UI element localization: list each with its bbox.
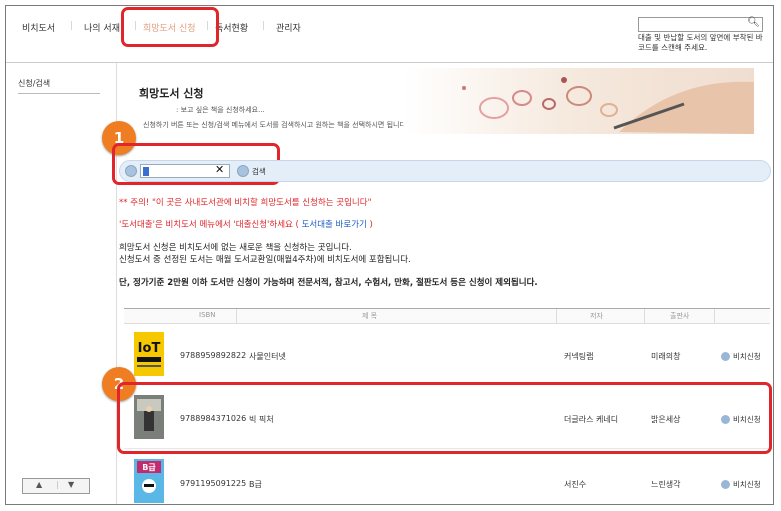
column-header-publisher: 출판사	[670, 312, 690, 320]
notice-restriction: 단, 정가기준 2만원 이하 도서만 신청이 가능하며 전문서적, 참고서, 수…	[119, 278, 538, 288]
isbn-cell: 9788959892822	[180, 351, 247, 360]
highlight-box-nav	[121, 7, 219, 47]
column-header-isbn: ISBN	[199, 311, 216, 319]
loan-shortcut-link[interactable]: 도서대출 바로가기	[299, 220, 370, 230]
request-icon	[721, 352, 730, 361]
title-cell[interactable]: 사물인터넷	[249, 351, 286, 362]
top-nav: 비치도서 | 나의 서재 | 희망도서 신청 | 독서현황 | 관리자 🔍︎ 대…	[6, 6, 773, 64]
notice-loan-guide: '도서대출'은 비치도서 메뉴에서 '대출신청'하세요 ( 도서대출 바로가기 …	[119, 218, 373, 230]
column-divider	[644, 309, 645, 323]
text-cursor	[143, 167, 149, 176]
barcode-search-input[interactable]: 🔍︎	[638, 17, 763, 32]
isbn-cell: 9791195091225	[180, 479, 247, 488]
search-button[interactable]: 검색	[252, 166, 266, 177]
page-title: 희망도서 신청	[139, 87, 204, 100]
table-row[interactable]: B급 9791195091225 B급 서진수 느린생각 비치신청	[124, 454, 770, 504]
nav-item-books[interactable]: 비치도서	[22, 21, 55, 34]
app-window: 비치도서 | 나의 서재 | 희망도서 신청 | 독서현황 | 관리자 🔍︎ 대…	[5, 5, 774, 505]
nav-divider	[6, 62, 773, 63]
request-button[interactable]: 비치신청	[721, 351, 761, 362]
svg-text:B급: B급	[142, 463, 156, 472]
request-button[interactable]: 비치신청	[721, 479, 761, 490]
notice-warning: ** 주의! "이 곳은 사내도서관에 비치할 희망도서를 신청하는 곳입니다"	[119, 198, 372, 208]
author-cell: 커넥팅랩	[564, 352, 594, 361]
banner-description: 신청하기 버튼 또는 신청/검색 메뉴에서 도서를 검색하시고 원하는 책을 선…	[143, 121, 409, 129]
banner-subtitle: : 보고 싶은 책을 신청하세요...	[176, 106, 265, 114]
notice-loan-text: '도서대출'은 비치도서 메뉴에서 '대출신청'하세요 (	[119, 220, 299, 230]
banner-illustration	[404, 68, 754, 134]
publisher-cell: 미래의창	[651, 352, 681, 361]
nav-item-admin[interactable]: 관리자	[276, 21, 301, 34]
svg-text:IoT: IoT	[138, 341, 161, 356]
sidebar-item-request-search[interactable]: 신청/검색	[18, 78, 100, 94]
search-bar: ✕ 검색	[119, 160, 771, 182]
search-type-icon[interactable]	[125, 165, 137, 177]
notice-info-1: 희망도서 신청은 비치도서에 없는 새로운 책을 신청하는 곳입니다.	[119, 243, 352, 253]
request-icon	[721, 480, 730, 489]
nav-separator: |	[262, 21, 266, 31]
book-cover-image: B급	[134, 459, 164, 503]
table-row[interactable]: IoT 9788959892822 사물인터넷 커넥팅랩 미래의창 비치신청	[124, 324, 770, 385]
notice-loan-close: )	[369, 220, 373, 230]
search-icon[interactable]	[237, 165, 249, 177]
author-cell: 서진수	[564, 480, 587, 489]
publisher-cell: 느린생각	[651, 480, 681, 489]
notice-info-2: 신청도서 중 선정된 도서는 매월 도서교환일(매월4주차)에 비치도서에 포함…	[119, 255, 411, 265]
table-header: ISBN 제 목 저자 출판사	[124, 308, 770, 324]
nav-separator: |	[70, 21, 74, 31]
sidebar: 신청/검색 ▲ | ▼	[6, 63, 117, 504]
page-down-button[interactable]: ▼	[68, 480, 74, 489]
page-up-button[interactable]: ▲	[36, 480, 42, 489]
search-icon[interactable]: 🔍︎	[747, 17, 760, 28]
column-divider	[714, 309, 715, 323]
column-divider	[556, 309, 557, 323]
pager-separator: |	[56, 480, 59, 489]
barcode-hint: 대출 및 반납할 도서의 앞면에 부착된 바코드를 스캔해 주세요.	[638, 33, 763, 52]
title-cell[interactable]: B급	[249, 479, 262, 490]
column-header-title: 제 목	[362, 312, 378, 320]
nav-item-my-library[interactable]: 나의 서재	[84, 21, 120, 34]
nav-item-reading-status[interactable]: 독서현황	[215, 21, 248, 34]
highlight-box-row	[117, 382, 772, 454]
book-cover-image: IoT	[134, 332, 164, 376]
clear-icon[interactable]: ✕	[215, 163, 224, 176]
pager: ▲ | ▼	[22, 478, 90, 494]
column-divider	[236, 309, 237, 323]
column-header-author: 저자	[590, 312, 603, 320]
